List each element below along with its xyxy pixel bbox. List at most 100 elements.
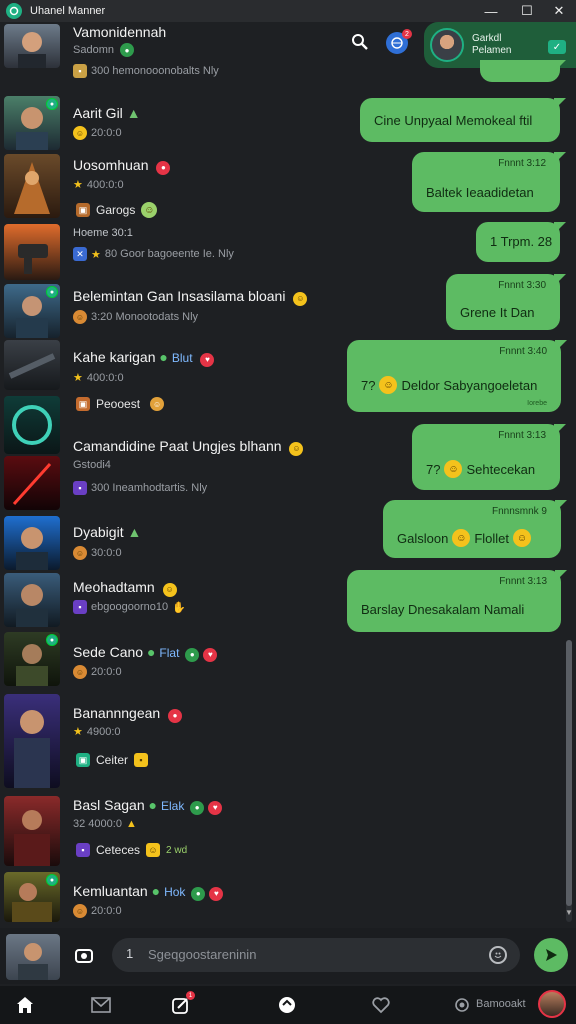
- smiley-icon: ☺: [162, 582, 177, 597]
- tag-icon: ▪: [134, 753, 149, 767]
- home-icon[interactable]: [14, 994, 36, 1016]
- smiley-icon: ☺: [513, 529, 531, 547]
- crown-icon: ▲: [126, 105, 141, 121]
- avatar: [4, 396, 60, 454]
- scrollbar-thumb[interactable]: [566, 640, 572, 906]
- hand-icon: ✋: [172, 601, 186, 614]
- bubble-time: Fnnnsmnk 9: [491, 506, 547, 517]
- compose-icon[interactable]: 1: [170, 991, 195, 1016]
- message-bubble[interactable]: Fnnnt 3:40 7? ☺ Deldor Sabyangoeletan Io…: [347, 340, 567, 412]
- mail-icon[interactable]: [90, 994, 112, 1016]
- smiley-icon: ☺: [150, 397, 165, 411]
- online-icon: ●: [46, 98, 58, 110]
- avatar: ●: [4, 872, 60, 922]
- message-bubble[interactable]: Fnnnt 3:30 Grene It Dan: [446, 274, 566, 330]
- bubble-text: 1 Trpm. 28: [490, 234, 553, 249]
- chat-subtitle: 30:0:0: [91, 547, 122, 559]
- avatar: [4, 573, 60, 627]
- leaf-icon: ●: [148, 797, 157, 813]
- leaf-icon: ●: [159, 349, 168, 365]
- chat-subtitle: 20:0:0: [91, 905, 122, 917]
- message-bubble[interactable]: Fnnnt 3:12 Baltek Ieaadidetan: [412, 152, 566, 212]
- message-bubble[interactable]: 1 Trpm. 28: [476, 222, 566, 262]
- chat-title: Basl Sagan ● Elak ● ♥: [73, 797, 223, 815]
- avatar: [4, 456, 60, 510]
- smiley-icon: ☺: [73, 126, 87, 140]
- smiley-icon: ☺: [146, 843, 161, 857]
- chat-preview: Ceiter: [96, 753, 129, 767]
- online-icon: ●: [119, 43, 134, 57]
- status-icon[interactable]: [454, 994, 470, 1016]
- heart-icon[interactable]: [370, 994, 392, 1016]
- bubble-time: Fnnnt 3:30: [498, 280, 546, 291]
- chat-title: Uosomhuan ●: [73, 157, 171, 175]
- package-icon: ▣: [76, 203, 90, 217]
- app-window: Uhanel Manner — ☐ ✕ 2 Garkdl Pelamen ✓ V…: [0, 0, 576, 1024]
- leaf-icon: ●: [151, 883, 161, 899]
- chat-subtitle: 80 Goor bagoeente Ie. Nly: [104, 248, 234, 260]
- close-button[interactable]: ✕: [542, 0, 576, 22]
- bubble-prefix: 7?: [426, 461, 441, 477]
- bubble-time: Fnnnt 3:12: [498, 158, 546, 169]
- chat-subtitle: 32 4000:0: [73, 818, 122, 830]
- app-logo-icon: [6, 3, 22, 19]
- chat-preview: Ceteces: [96, 843, 141, 857]
- chat-preview: Peooest: [96, 397, 141, 411]
- message-bubble[interactable]: [480, 60, 566, 82]
- send-button[interactable]: [534, 938, 568, 972]
- send-icon: [546, 949, 557, 961]
- smiley-icon: ☺: [379, 376, 398, 394]
- bubble-time: Fnnnt 3:40: [499, 346, 547, 357]
- text-cursor: 1: [126, 946, 134, 961]
- caller-avatar: [430, 28, 464, 62]
- avatar: [4, 340, 60, 390]
- search-icon[interactable]: [350, 32, 370, 52]
- notifications-button[interactable]: 2: [386, 29, 412, 54]
- package-icon: ▣: [76, 753, 90, 767]
- message-bubble[interactable]: Fnnnsmnk 9 Galsloon ☺ Flollet ☺: [383, 500, 567, 558]
- chat-title: Sede Cano ● Flat ● ♥: [73, 644, 218, 662]
- chat-subtitle: Gstodi4: [73, 459, 111, 471]
- globe-icon: [391, 37, 403, 49]
- chat-title: Kemluantan ● Hok ● ♥: [73, 883, 224, 901]
- chat-title: Belemintan Gan Insasilama bloani ☺: [73, 288, 308, 306]
- avatar-small-icon: ☺: [73, 904, 87, 918]
- message-input-placeholder: Sgeqgoostareninin: [148, 947, 257, 962]
- leaf-icon: ●: [146, 644, 156, 660]
- scroll-down-icon[interactable]: ▼: [565, 908, 573, 917]
- chat-subtitle: ebgoogoorno10: [91, 601, 169, 613]
- chat-icon[interactable]: [276, 994, 298, 1016]
- avatar-small-icon: ☺: [73, 310, 87, 324]
- message-icon: ▪: [73, 600, 87, 614]
- bubble-text: Cine Unpyaal Memokeal ftil: [374, 113, 533, 128]
- chat-subtitle: 400:0:0: [86, 178, 124, 191]
- maximize-button[interactable]: ☐: [510, 0, 544, 22]
- call-card-chip[interactable]: ✓: [548, 40, 566, 54]
- chat-preview: Garogs: [96, 203, 136, 217]
- fire-icon: ●: [156, 160, 171, 175]
- profile-label[interactable]: Bamooakt: [476, 998, 526, 1010]
- camera-icon[interactable]: [74, 945, 94, 965]
- profile-avatar[interactable]: [538, 990, 566, 1018]
- star-icon: ★: [73, 726, 83, 738]
- message-bubble[interactable]: Cine Unpyaal Memokeal ftil: [360, 98, 566, 142]
- message-bubble[interactable]: Fnnnt 3:13 7? ☺ Sehtecekan: [412, 424, 566, 490]
- bell-icon: ▲: [125, 818, 137, 830]
- star-icon: ★: [73, 372, 83, 384]
- chat-subtitle: 20:0:0: [91, 666, 122, 678]
- avatar-small-icon: ☺: [73, 546, 87, 560]
- crown-icon: ▲: [127, 524, 142, 540]
- my-avatar[interactable]: [6, 934, 60, 980]
- emoji-icon[interactable]: [489, 946, 507, 964]
- avatar: [4, 694, 60, 788]
- online-icon: ●: [46, 634, 58, 646]
- minimize-button[interactable]: —: [474, 0, 508, 22]
- smiley-icon: ☺: [293, 291, 308, 306]
- avatar: ●: [4, 96, 60, 150]
- package-icon: ▣: [76, 397, 90, 411]
- message-bubble[interactable]: Fnnnt 3:13 Barslay Dnesakalam Namali: [347, 570, 567, 632]
- avatar: [4, 224, 60, 280]
- call-card-line2: Pelamen: [472, 45, 512, 56]
- avatar: ●: [4, 632, 60, 686]
- chat-preview-extra: 2 wd: [166, 844, 188, 856]
